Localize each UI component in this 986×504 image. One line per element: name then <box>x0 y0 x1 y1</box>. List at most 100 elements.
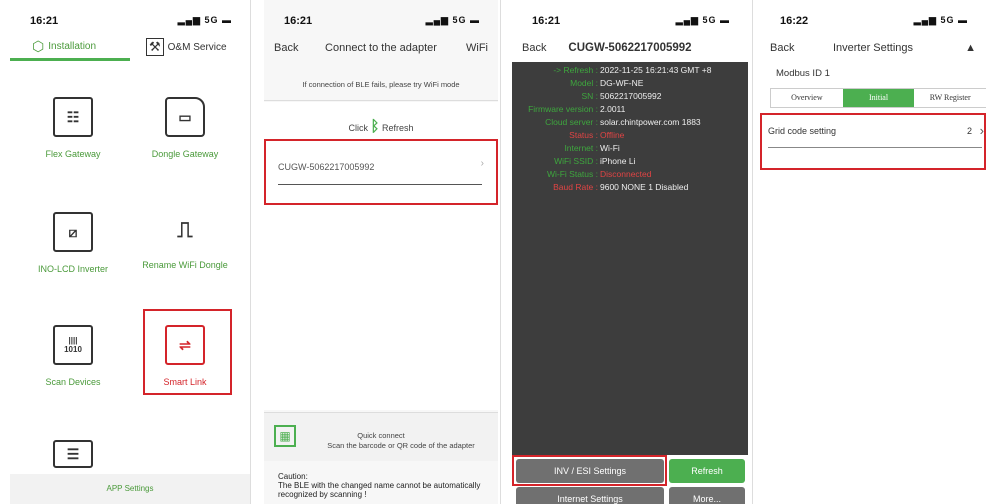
signal-icon: ▂▄▆ <box>675 15 699 25</box>
caution-block: Caution: The BLE with the changed name c… <box>278 472 490 499</box>
more-button[interactable]: More... <box>669 487 745 504</box>
tab-rw-register[interactable]: RW Register <box>914 89 986 107</box>
status-time: 16:22 <box>780 15 809 27</box>
wrench-icon: ⚒ <box>146 38 164 56</box>
page-title: Connect to the adapter <box>325 42 437 54</box>
tab-om-service-label: O&M Service <box>167 41 227 53</box>
wifi-dongle-icon: ⎍ <box>177 217 193 242</box>
inverter-icon: ⧄ <box>53 212 93 252</box>
info-key: SN : <box>581 91 598 101</box>
info-key: Wi-Fi Status : <box>546 169 598 179</box>
barcode-icon: |||| 1010 <box>53 325 93 365</box>
divider <box>264 100 498 101</box>
status-time: 16:21 <box>284 15 313 27</box>
screen-inverter-settings: 16:22 ▂▄▆ 5G ▬ Back Inverter Settings ▲ … <box>760 0 986 504</box>
app-settings-bar[interactable]: APP Settings <box>10 474 250 504</box>
signal-icon: ▂▄▆ <box>177 15 201 25</box>
info-value: Wi-Fi <box>600 143 620 153</box>
network-label: 5G <box>204 15 219 25</box>
warning-icon[interactable]: ▲ <box>965 42 976 54</box>
info-key: Status : <box>569 130 598 140</box>
wifi-mode-button[interactable]: WiFi <box>466 42 488 54</box>
dongle-icon: ▭ <box>165 97 205 137</box>
status-bar: 16:22 ▂▄▆ 5G ▬ <box>760 15 986 31</box>
tab-installation[interactable]: ⬡ Installation <box>32 38 96 55</box>
network-label: 5G <box>940 15 955 25</box>
info-value: solar.chintpower.com 1883 <box>600 117 701 127</box>
info-row: WiFi SSID : iPhone Li <box>512 156 748 168</box>
screen-separator <box>752 0 753 504</box>
info-value: 9600 NONE 1 Disabled <box>600 182 689 192</box>
info-value: Offline <box>600 130 625 140</box>
battery-icon: ▬ <box>470 15 480 25</box>
status-bar: 16:21 ▂▄▆ 5G ▬ <box>10 15 250 31</box>
screen-connect-adapter: 16:21 ▂▄▆ 5G ▬ Back Connect to the adapt… <box>264 0 498 504</box>
status-bar: 16:21 ▂▄▆ 5G ▬ <box>264 15 498 31</box>
active-tab-indicator <box>10 58 130 61</box>
quick-connect-desc: Scan the barcode or QR code of the adapt… <box>327 441 475 450</box>
tile-label: Dongle Gateway <box>151 149 219 159</box>
info-value: iPhone Li <box>600 156 636 166</box>
tile-dongle-gateway[interactable]: ▭ Dongle Gateway <box>130 97 240 159</box>
highlight-box <box>264 139 498 205</box>
caution-title: Caution: <box>278 472 308 481</box>
tab-installation-label: Installation <box>48 41 97 52</box>
tile-scan-devices[interactable]: |||| 1010 Scan Devices <box>18 325 128 387</box>
signal-icon: ▂▄▆ <box>913 15 937 25</box>
info-value: 2022-11-25 16:21:43 GMT +8 <box>600 65 712 75</box>
barcode-icon-text: 1010 <box>64 345 82 354</box>
battery-icon: ▬ <box>720 15 730 25</box>
status-time: 16:21 <box>532 15 561 27</box>
quick-connect-bar[interactable]: ▦ Quick connect Scan the barcode or QR c… <box>264 412 498 461</box>
info-key: Model : <box>570 78 598 88</box>
info-row: Firmware version :2.0011 <box>512 104 748 116</box>
tile-label: Rename WiFi Dongle <box>142 260 228 270</box>
grid-code-setting-row[interactable] <box>760 113 986 170</box>
device-info-panel: -> Refresh :2022-11-25 16:21:43 GMT +8 M… <box>512 62 748 455</box>
internet-settings-button[interactable]: Internet Settings <box>516 487 664 504</box>
info-row[interactable]: -> Refresh :2022-11-25 16:21:43 GMT +8 <box>512 65 748 77</box>
info-row: Status : Offline <box>512 130 748 142</box>
battery-icon: ▬ <box>958 15 968 25</box>
info-row: Model : DG-WF-NE <box>512 78 748 90</box>
quick-connect-title: Quick connect <box>357 431 405 440</box>
refresh-label: Refresh <box>382 123 414 133</box>
network-label: 5G <box>702 15 717 25</box>
box-icon: ⬡ <box>32 38 45 54</box>
page-title: CUGW-5062217005992 <box>568 42 692 54</box>
info-row: Wi-Fi Status : Disconnected <box>512 169 748 181</box>
app-settings-label: APP Settings <box>106 484 154 493</box>
modbus-id-label: Modbus ID 1 <box>776 68 830 79</box>
caution-text: The BLE with the changed name cannot be … <box>278 481 481 499</box>
screen-installation: 16:21 ▂▄▆ 5G ▬ ⬡ Installation ⚒ O&M Serv… <box>10 0 250 504</box>
tile-label: INO-LCD Inverter <box>37 264 108 274</box>
info-row: Internet : Wi-Fi <box>512 143 748 155</box>
monitor-icon: ☰ <box>53 440 93 468</box>
tab-overview[interactable]: Overview <box>771 89 843 107</box>
info-value: 2.0011 <box>600 104 626 114</box>
screen-separator <box>250 0 251 504</box>
tile-flex-gateway[interactable]: ☷ Flex Gateway <box>18 97 128 159</box>
info-value: 5062217005992 <box>600 91 662 101</box>
info-key: -> Refresh : <box>553 65 598 75</box>
tile-rename-wifi-dongle[interactable]: ⎍ Rename WiFi Dongle <box>130 212 240 270</box>
refresh-row[interactable]: Click ᛒ Refresh <box>264 118 498 135</box>
info-key: WiFi SSID : <box>554 156 598 166</box>
tile-ino-lcd-inverter[interactable]: ⧄ INO-LCD Inverter <box>18 212 128 274</box>
info-value: DG-WF-NE <box>600 78 644 88</box>
highlight-box <box>143 309 232 395</box>
network-label: 5G <box>452 15 467 25</box>
info-row: Cloud server : solar.chintpower.com 1883 <box>512 117 748 129</box>
tab-initial[interactable]: Initial <box>842 89 915 107</box>
highlight-box <box>512 455 667 486</box>
tab-om-service[interactable]: ⚒ O&M Service <box>146 38 227 56</box>
bluetooth-icon: ᛒ <box>370 118 380 135</box>
info-key: Internet : <box>564 143 598 153</box>
status-bar: 16:21 ▂▄▆ 5G ▬ <box>512 15 748 31</box>
refresh-button[interactable]: Refresh <box>669 459 745 483</box>
info-row: SN :5062217005992 <box>512 91 748 103</box>
segmented-control: Overview Initial RW Register <box>770 88 986 108</box>
status-time: 16:21 <box>30 15 59 27</box>
info-row: Baud Rate :9600 NONE 1 Disabled <box>512 182 748 194</box>
click-label: Click <box>348 123 368 133</box>
